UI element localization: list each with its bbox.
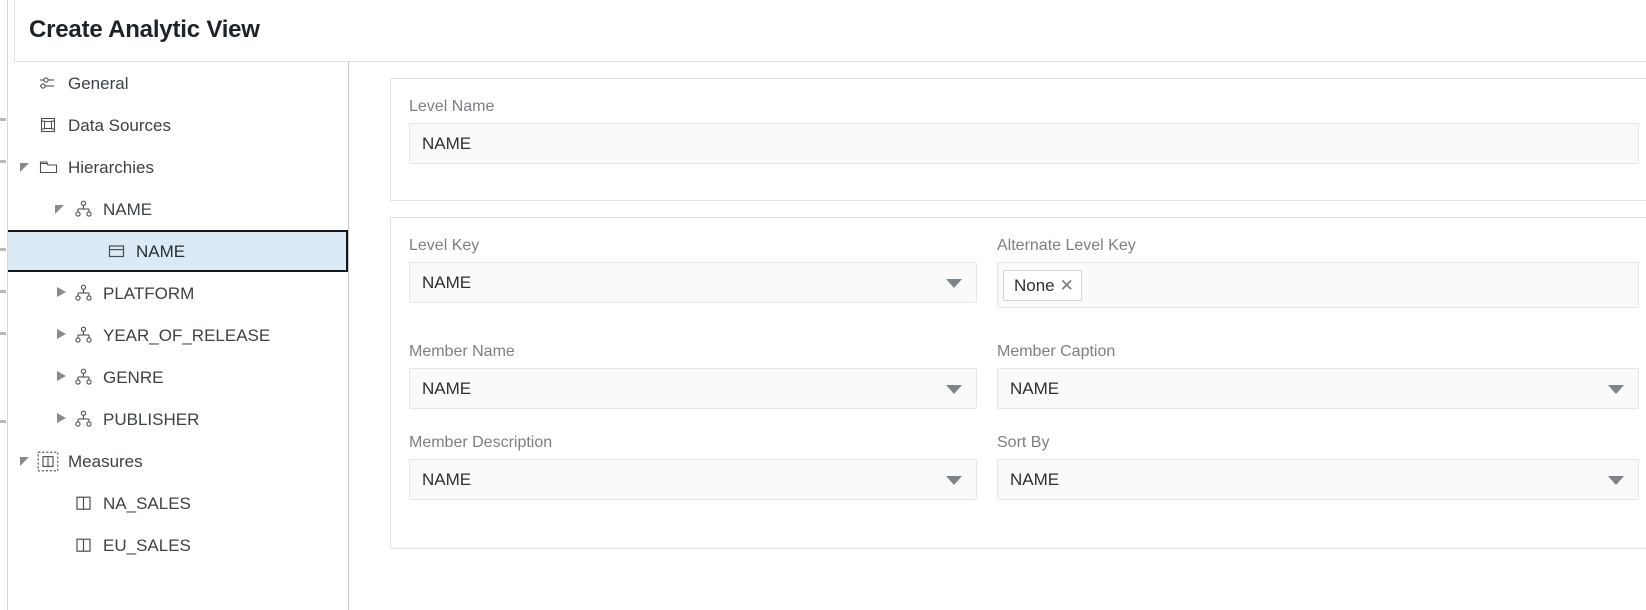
twisty-spacer [18,75,35,92]
level-name-card: Level Name NAME [390,78,1646,201]
level-name-value: NAME [410,135,471,152]
tree-item-label: EU_SALES [103,537,191,554]
tree-item-data sources-1[interactable]: Data Sources [8,104,348,146]
tree-item-name-3[interactable]: NAME [8,188,348,230]
field-sort-by: Sort By NAME [997,435,1639,500]
tree-item-label: PUBLISHER [103,411,199,428]
adjacent-panel-sliver [0,0,8,610]
member-description-label: Member Description [409,435,977,451]
data-source-icon [35,113,61,137]
tree-item-platform-5[interactable]: PLATFORM [8,272,348,314]
tree-item-label: NAME [136,243,185,260]
sort-by-value: NAME [998,471,1059,488]
twisty-spacer [18,117,35,134]
caret-right-icon[interactable] [53,369,70,386]
level-key-select[interactable]: NAME [409,262,977,303]
field-level-name: Level Name NAME [409,99,1639,164]
token-label: None [1014,277,1055,294]
level-key-value: NAME [410,274,471,291]
tree-item-label: Measures [68,453,143,470]
main-content: Level Name NAME Level Key NAME Alternate… [349,62,1646,610]
member-caption-value: NAME [998,380,1059,397]
field-member-caption: Member Caption NAME [997,344,1639,409]
chevron-down-icon[interactable] [1608,476,1624,485]
folder-icon [35,155,61,179]
field-level-key: Level Key NAME [409,238,977,303]
tree-item-label: Hierarchies [68,159,154,176]
field-member-description: Member Description NAME [409,435,977,500]
tree-item-label: General [68,75,128,92]
member-description-select[interactable]: NAME [409,459,977,500]
sort-by-label: Sort By [997,435,1639,451]
tree-item-name-4[interactable]: NAME [8,230,348,272]
caret-down-icon[interactable] [18,453,35,470]
alternate-level-key-token[interactable]: None ✕ [1003,270,1082,301]
close-icon[interactable]: ✕ [1060,277,1074,294]
chevron-down-icon[interactable] [946,476,962,485]
tree-item-general-0[interactable]: General [8,62,348,104]
alternate-level-key-multiselect[interactable]: None ✕ [997,262,1639,308]
level-details-card: Level Key NAME Alternate Level Key None … [390,217,1646,549]
level-icon [103,239,129,263]
tree-item-label: PLATFORM [103,285,194,302]
member-description-value: NAME [410,471,471,488]
chevron-down-icon[interactable] [946,279,962,288]
caret-right-icon[interactable] [53,285,70,302]
hierarchy-icon [70,407,96,431]
hierarchy-icon [70,365,96,389]
hierarchy-icon [70,323,96,347]
field-member-name: Member Name NAME [409,344,977,409]
tree-item-hierarchies-2[interactable]: Hierarchies [8,146,348,188]
chevron-down-icon[interactable] [1608,385,1624,394]
tree-item-label: GENRE [103,369,163,386]
caret-right-icon[interactable] [53,327,70,344]
level-key-label: Level Key [409,238,977,254]
twisty-spacer [53,537,70,554]
tree-item-publisher-8[interactable]: PUBLISHER [8,398,348,440]
page-title: Create Analytic View [29,16,260,44]
hierarchy-icon [70,281,96,305]
level-name-label: Level Name [409,99,1639,115]
caret-down-icon[interactable] [18,159,35,176]
tree-item-label: Data Sources [68,117,171,134]
caret-right-icon[interactable] [53,411,70,428]
tree-item-eu-sales-11[interactable]: EU_SALES [8,524,348,566]
sliders-icon [35,71,61,95]
create-analytic-view-dialog: Create Analytic View General Data Sources… [0,0,1646,610]
measure-icon [70,533,96,557]
caret-down-icon[interactable] [53,201,70,218]
dialog-header: Create Analytic View [14,0,1646,62]
member-name-value: NAME [410,380,471,397]
tree-item-genre-7[interactable]: GENRE [8,356,348,398]
member-caption-label: Member Caption [997,344,1639,360]
tree-item-label: YEAR_OF_RELEASE [103,327,270,344]
member-name-select[interactable]: NAME [409,368,977,409]
tree-item-label: NA_SALES [103,495,191,512]
tree-item-year-of-release-6[interactable]: YEAR_OF_RELEASE [8,314,348,356]
measure-icon [70,491,96,515]
measures-icon [35,449,61,473]
member-caption-select[interactable]: NAME [997,368,1639,409]
alternate-level-key-label: Alternate Level Key [997,238,1639,254]
chevron-down-icon[interactable] [946,385,962,394]
member-name-label: Member Name [409,344,977,360]
field-alternate-level-key: Alternate Level Key None ✕ [997,238,1639,308]
sort-by-select[interactable]: NAME [997,459,1639,500]
twisty-spacer [86,243,103,260]
twisty-spacer [53,495,70,512]
navigation-tree[interactable]: General Data Sources Hierarchies NAME NAME PL… [8,62,349,610]
level-name-input[interactable]: NAME [409,123,1639,164]
tree-item-na-sales-10[interactable]: NA_SALES [8,482,348,524]
hierarchy-icon [70,197,96,221]
tree-item-measures-9[interactable]: Measures [8,440,348,482]
tree-item-label: NAME [103,201,152,218]
